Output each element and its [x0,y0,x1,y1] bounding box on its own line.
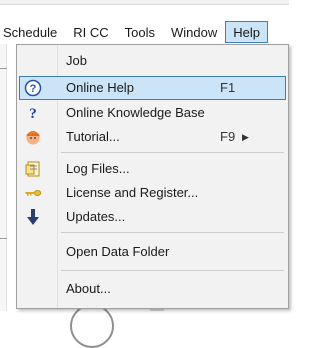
menu-item-tutorial[interactable]: Tutorial... F9 ▶ [19,125,286,149]
panel-tick [0,238,7,239]
menu-item-about[interactable]: About... [19,277,286,301]
menu-item-label: Tutorial... [66,129,120,144]
menu-item-label: Open Data Folder [66,244,170,259]
download-arrow-icon [24,208,42,226]
menu-item-label: About... [66,281,111,296]
menu-separator [61,152,284,153]
left-panel-edge [0,44,7,311]
question-mark-icon: ? [24,104,42,122]
menu-tools[interactable]: Tools [117,21,163,43]
submenu-arrow-icon: ▶ [242,132,249,142]
menu-item-label: License and Register... [66,185,199,200]
menu-item-job[interactable]: Job [19,49,286,73]
menubar: Schedule RI CC Tools Window Help [0,20,289,44]
menu-item-online-knowledge-base[interactable]: ? Online Knowledge Base [19,101,286,125]
help-circle-icon: ? [24,79,42,97]
menu-separator [61,232,284,233]
help-dropdown-menu: Job ? Online Help F1 ? Online Knowledge … [16,44,289,309]
menu-item-shortcut: F1 [220,80,236,95]
menu-item-label: Online Help [66,80,134,95]
menu-schedule[interactable]: Schedule [0,21,65,43]
menu-item-label: Job [66,53,87,68]
menu-item-open-data-folder[interactable]: Open Data Folder [19,240,286,264]
svg-text:?: ? [29,106,37,122]
menu-item-online-help[interactable]: ? Online Help F1 [19,76,286,100]
window-top-edge [0,0,289,5]
panel-tick [0,68,7,69]
menu-help[interactable]: Help [225,21,268,43]
menu-item-license-and-register[interactable]: License and Register... [19,181,286,205]
menu-item-updates[interactable]: Updates... [19,205,286,229]
menu-item-label: Updates... [66,209,126,224]
menu-item-log-files[interactable]: Log Files... [19,157,286,181]
menu-ri-cc[interactable]: RI CC [65,21,116,43]
key-icon [24,184,42,202]
menu-item-label: Online Knowledge Base [66,105,205,120]
menu-item-label: Log Files... [66,161,130,176]
menu-window[interactable]: Window [163,21,225,43]
menu-separator [61,270,284,271]
log-file-icon [24,160,42,178]
menu-item-shortcut: F9 [220,129,236,144]
tutorial-avatar-icon [24,128,42,146]
svg-text:?: ? [30,83,37,95]
